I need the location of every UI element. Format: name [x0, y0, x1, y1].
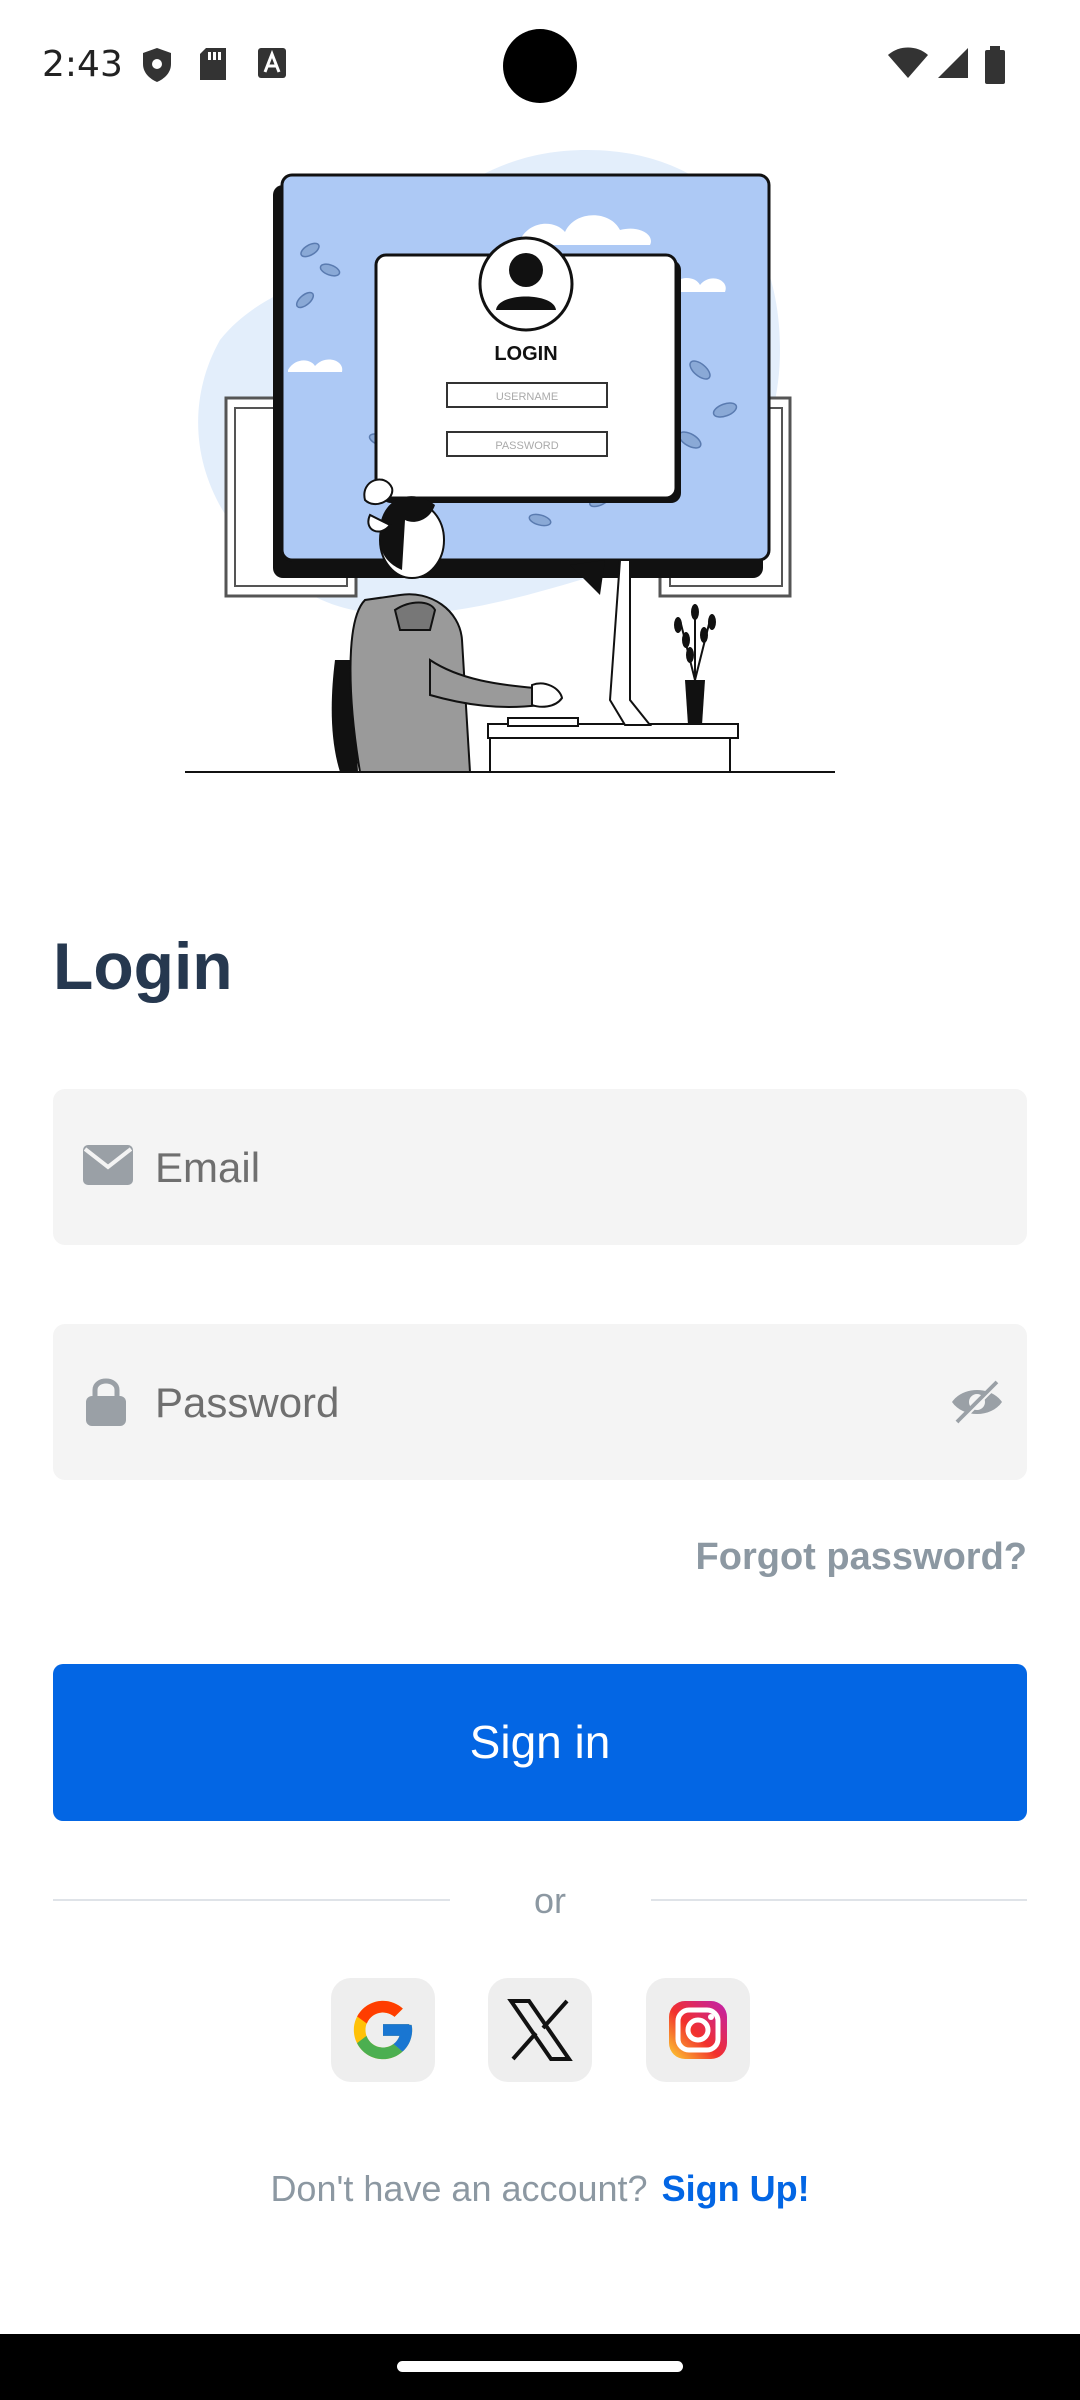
shield-icon — [143, 48, 171, 82]
password-placeholder: Password — [155, 1379, 340, 1426]
instagram-icon — [669, 2001, 727, 2059]
font-a-icon — [258, 48, 286, 78]
divider-left — [53, 1899, 450, 1901]
eye-off-icon[interactable] — [949, 1376, 1005, 1428]
no-account-text: Don't have an account? — [270, 2168, 648, 2209]
page-title: Login — [53, 929, 233, 1003]
camera-cutout — [503, 29, 577, 103]
instagram-login-button[interactable] — [646, 1978, 750, 2082]
battery-icon — [985, 46, 1005, 84]
x-login-button[interactable] — [488, 1978, 592, 2082]
google-icon — [353, 2000, 413, 2060]
x-icon — [507, 1999, 573, 2061]
lock-icon — [86, 1378, 126, 1426]
status-time: 2:43 — [42, 44, 123, 85]
illustration-password-label: PASSWORD — [495, 440, 558, 452]
illustration-card-title: LOGIN — [494, 343, 557, 365]
divider-right — [651, 1899, 1027, 1901]
status-bar: 2:43 — [0, 0, 1080, 130]
sd-card-icon — [200, 48, 226, 80]
signal-icon — [938, 48, 968, 78]
email-placeholder: Email — [155, 1144, 261, 1191]
signup-prompt: Don't have an account? Sign Up! — [0, 2168, 1080, 2210]
illustration-username-label: USERNAME — [496, 391, 558, 403]
forgot-password-link[interactable]: Forgot password? — [696, 1536, 1027, 1579]
wifi-icon — [888, 47, 928, 78]
or-label: or — [534, 1880, 567, 1921]
sign-up-link[interactable]: Sign Up! — [662, 2168, 810, 2209]
envelope-icon — [83, 1145, 133, 1185]
login-illustration: LOGIN USERNAME PASSWORD — [185, 150, 835, 773]
google-login-button[interactable] — [331, 1978, 435, 2082]
sign-in-button[interactable]: Sign in — [53, 1664, 1027, 1821]
password-field[interactable]: Password — [53, 1324, 1027, 1480]
email-field[interactable]: Email — [53, 1089, 1027, 1245]
home-handle[interactable] — [397, 2361, 683, 2372]
